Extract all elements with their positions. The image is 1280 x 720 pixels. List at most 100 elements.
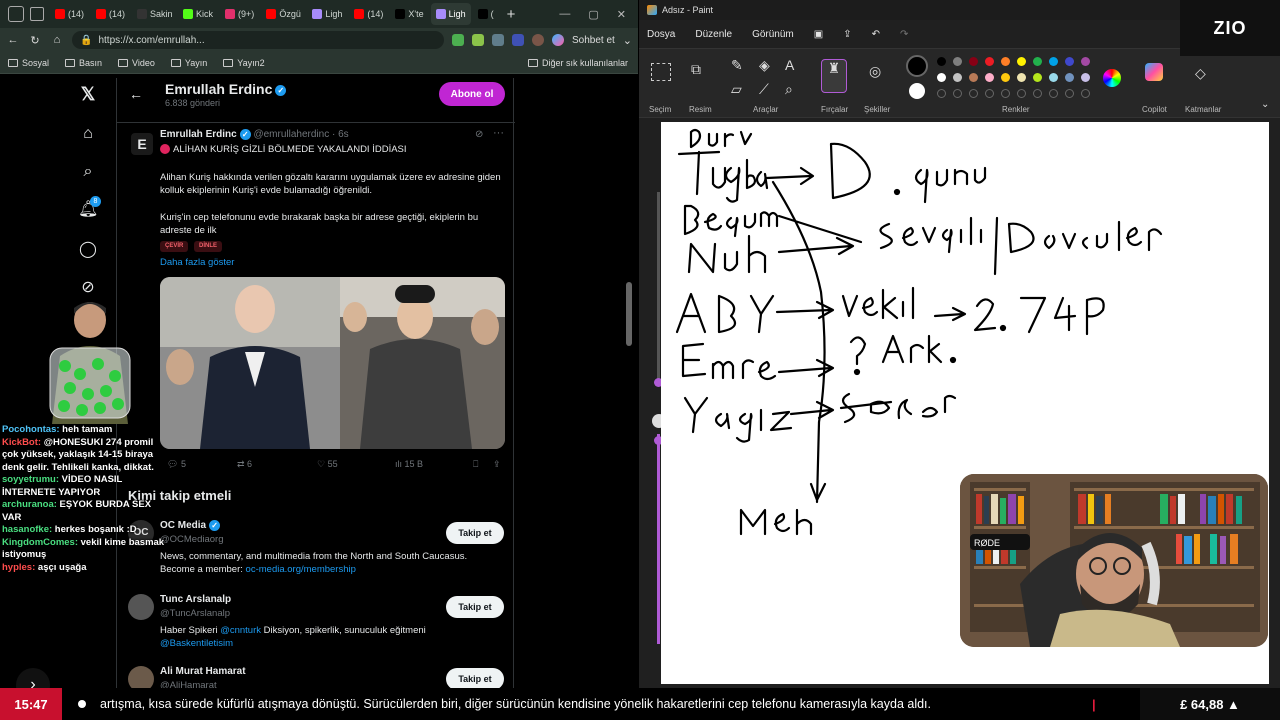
redo-icon[interactable]: ↷ — [900, 29, 908, 40]
share-icon[interactable]: ⇪ — [843, 29, 851, 40]
palette-swatch[interactable] — [953, 57, 962, 66]
bookmark-icon[interactable]: ⎕ — [473, 459, 478, 470]
browser-tab[interactable]: (9+) — [220, 3, 259, 25]
palette-swatch[interactable] — [937, 73, 946, 82]
chevron-down-icon[interactable]: ⌄ — [1261, 99, 1269, 110]
edit-colors-icon[interactable] — [1103, 69, 1121, 87]
empty-swatch[interactable] — [985, 89, 994, 98]
maximize-icon[interactable]: ▢ — [588, 8, 598, 21]
copilot-icon[interactable] — [1145, 63, 1163, 81]
grok-icon[interactable]: ⊘ — [475, 129, 483, 140]
profile-avatar[interactable] — [531, 34, 544, 46]
menu-edit[interactable]: Düzenle — [695, 29, 732, 40]
bookmark-folder[interactable]: Basın — [65, 58, 102, 68]
empty-swatch[interactable] — [1065, 89, 1074, 98]
palette-swatch[interactable] — [1049, 73, 1058, 82]
extension-icon[interactable] — [471, 34, 484, 46]
empty-swatch[interactable] — [1033, 89, 1042, 98]
bookmark-folder[interactable]: Video — [118, 58, 155, 68]
grok-icon[interactable]: ⊘ — [78, 278, 98, 298]
home-icon[interactable]: ⌂ — [78, 124, 98, 144]
browser-tab[interactable]: Özgü — [261, 3, 305, 25]
messages-icon[interactable]: ◯ — [78, 240, 98, 260]
palette-swatch[interactable] — [1081, 57, 1090, 66]
post-image[interactable] — [160, 277, 505, 449]
palette-swatch[interactable] — [937, 57, 946, 66]
post[interactable]: E Emrullah Erdinc ✓ @emrullaherdinc · 6s … — [117, 122, 515, 502]
color-picker-icon[interactable]: ⟋ — [759, 81, 769, 98]
bookmark-folder[interactable]: Sosyal — [8, 58, 49, 68]
brush-icon[interactable]: ♜ — [821, 59, 847, 93]
account-name[interactable]: Ali Murat Hamarat — [160, 666, 246, 677]
follow-suggestion[interactable]: OC OC Media ✓ @OCMediaorg News, commentar… — [128, 520, 512, 590]
fill-icon[interactable]: ◈ — [759, 57, 770, 74]
browser-tab[interactable]: Ligh — [307, 3, 347, 25]
post-avatar[interactable]: E — [131, 133, 153, 155]
layers-icon[interactable]: ◇ — [1195, 65, 1206, 82]
listen-button[interactable]: DİNLE — [194, 241, 222, 252]
chat-button[interactable]: Sohbet et — [572, 35, 615, 46]
show-more-link[interactable]: Daha fazla göster — [160, 257, 234, 268]
palette-swatch[interactable] — [969, 57, 978, 66]
extension-icon[interactable] — [451, 34, 464, 46]
palette-swatch[interactable] — [1065, 73, 1074, 82]
follow-button[interactable]: Takip et — [446, 522, 504, 544]
post-author[interactable]: Emrullah Erdinc ✓ @emrullaherdinc · 6s — [160, 129, 349, 140]
new-tab-button[interactable]: + — [507, 6, 516, 23]
empty-swatch[interactable] — [1017, 89, 1026, 98]
browser-tab[interactable]: Kick — [178, 3, 218, 25]
back-arrow-icon[interactable]: ← — [129, 86, 143, 102]
palette-swatch[interactable] — [953, 73, 962, 82]
empty-swatch[interactable] — [1081, 89, 1090, 98]
magnifier-icon[interactable]: ⌕ — [785, 81, 793, 98]
subscribe-button[interactable]: Abone ol — [439, 82, 505, 106]
notifications-icon[interactable]: 🔔︎ 8 — [78, 196, 101, 220]
extension-icon[interactable] — [511, 34, 524, 46]
image-icon[interactable]: ⧉ — [691, 61, 701, 78]
palette-swatch[interactable] — [985, 73, 994, 82]
palette-swatch[interactable] — [1001, 57, 1010, 66]
shapes-icon[interactable]: ◎ — [869, 63, 881, 80]
empty-swatch[interactable] — [1049, 89, 1058, 98]
refresh-icon[interactable]: ↻ — [28, 34, 42, 47]
close-icon[interactable]: ✕ — [617, 8, 626, 21]
palette-swatch[interactable] — [1033, 73, 1042, 82]
pencil-icon[interactable]: ✎ — [731, 57, 743, 74]
save-icon[interactable]: ▣ — [814, 29, 823, 40]
text-icon[interactable]: A — [785, 57, 794, 73]
bio-link[interactable]: @cnnturk — [220, 625, 261, 636]
follow-suggestion[interactable]: Ali Murat Hamarat @AliHamarat Takip et — [128, 666, 512, 688]
bio-link[interactable]: oc-media.org/membership — [246, 564, 356, 575]
palette-swatch[interactable] — [969, 73, 978, 82]
more-icon[interactable]: ··· — [493, 127, 504, 139]
palette-swatch[interactable] — [1049, 57, 1058, 66]
avatar[interactable] — [128, 666, 154, 688]
menu-file[interactable]: Dosya — [647, 29, 675, 40]
workspaces-icon[interactable] — [30, 7, 44, 21]
chevron-down-icon[interactable]: ⌄ — [623, 34, 632, 47]
back-icon[interactable]: ← — [6, 34, 20, 46]
bookmark-folder[interactable]: Yayın2 — [223, 58, 265, 68]
follow-button[interactable]: Takip et — [446, 668, 504, 688]
selection-icon[interactable] — [651, 63, 671, 81]
palette-swatch[interactable] — [1017, 57, 1026, 66]
empty-swatch[interactable] — [969, 89, 978, 98]
palette-swatch[interactable] — [1081, 73, 1090, 82]
browser-tab[interactable]: X'te — [390, 3, 428, 25]
palette-swatch[interactable] — [1033, 57, 1042, 66]
browser-tab[interactable]: Sakin — [132, 3, 176, 25]
bookmark-folder[interactable]: Yayın — [170, 58, 207, 68]
palette-swatch[interactable] — [1065, 57, 1074, 66]
follow-button[interactable]: Takip et — [446, 596, 504, 618]
empty-swatch[interactable] — [937, 89, 946, 98]
chevron-right-icon[interactable]: › — [16, 668, 50, 688]
menu-view[interactable]: Görünüm — [752, 29, 794, 40]
home-icon[interactable]: ⌂ — [50, 34, 64, 46]
palette-swatch[interactable] — [1001, 73, 1010, 82]
eraser-icon[interactable]: ▱ — [731, 81, 742, 98]
follow-suggestion[interactable]: Tunc Arslanalp @TuncArslanalp Haber Spik… — [128, 594, 512, 654]
repost-button[interactable]: ⇄ 6 — [237, 459, 252, 470]
x-logo-icon[interactable]: 𝕏 — [78, 84, 98, 104]
primary-color[interactable] — [906, 55, 928, 77]
share-icon[interactable]: ⇪ — [493, 459, 501, 470]
